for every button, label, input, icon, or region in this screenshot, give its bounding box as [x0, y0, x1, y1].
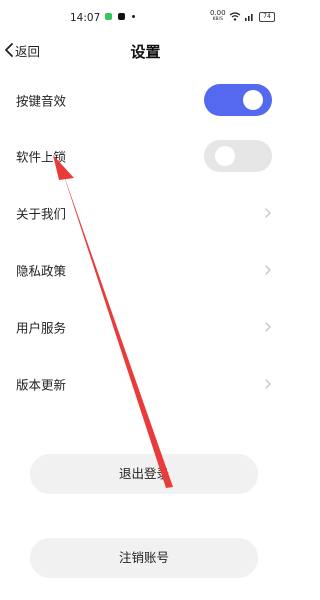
setting-user-service[interactable]: 用户服务 [0, 299, 291, 355]
setting-label: 按键音效 [16, 93, 67, 109]
signal-icon [245, 14, 253, 21]
status-time: 14:07 [70, 12, 101, 24]
page-title: 设置 [130, 43, 161, 61]
notification-tiktok-icon [118, 13, 125, 20]
nav-bar: 设置 返回 [0, 34, 291, 66]
wifi-icon [229, 12, 241, 21]
setting-label: 版本更新 [16, 377, 67, 393]
setting-label: 关于我们 [16, 206, 67, 222]
back-label: 返回 [15, 43, 41, 59]
setting-privacy-policy[interactable]: 隐私政策 [0, 242, 291, 298]
setting-label: 隐私政策 [16, 263, 67, 279]
chevron-left-icon [5, 43, 13, 57]
key-sound-toggle[interactable] [204, 84, 272, 116]
network-speed-unit: KB/S [212, 17, 223, 22]
back-button[interactable]: 返回 [4, 40, 40, 60]
setting-version-update[interactable]: 版本更新 [0, 356, 291, 412]
toggle-knob [243, 90, 263, 110]
status-icons [229, 12, 257, 25]
setting-label: 用户服务 [16, 320, 67, 336]
notification-play-icon [105, 13, 112, 20]
chevron-right-icon [265, 265, 271, 275]
delete-account-button[interactable]: 注销账号 [30, 538, 258, 578]
app-lock-toggle[interactable] [204, 140, 272, 172]
network-speed: 0.00 KB/S [210, 9, 226, 23]
chevron-right-icon [265, 379, 271, 389]
setting-app-lock: 软件上锁 [0, 128, 291, 184]
chevron-right-icon [265, 208, 271, 218]
toggle-knob [215, 146, 235, 166]
battery-icon: 74 [259, 12, 275, 22]
status-bar: 14:07 0.00 KB/S 74 [0, 0, 291, 32]
setting-about-us[interactable]: 关于我们 [0, 185, 291, 241]
setting-key-sound: 按键音效 [0, 72, 291, 128]
notification-dot-icon [132, 15, 135, 18]
setting-label: 软件上锁 [16, 149, 67, 165]
logout-button[interactable]: 退出登录 [30, 454, 258, 494]
chevron-right-icon [265, 322, 271, 332]
network-speed-value: 0.00 [210, 9, 226, 17]
